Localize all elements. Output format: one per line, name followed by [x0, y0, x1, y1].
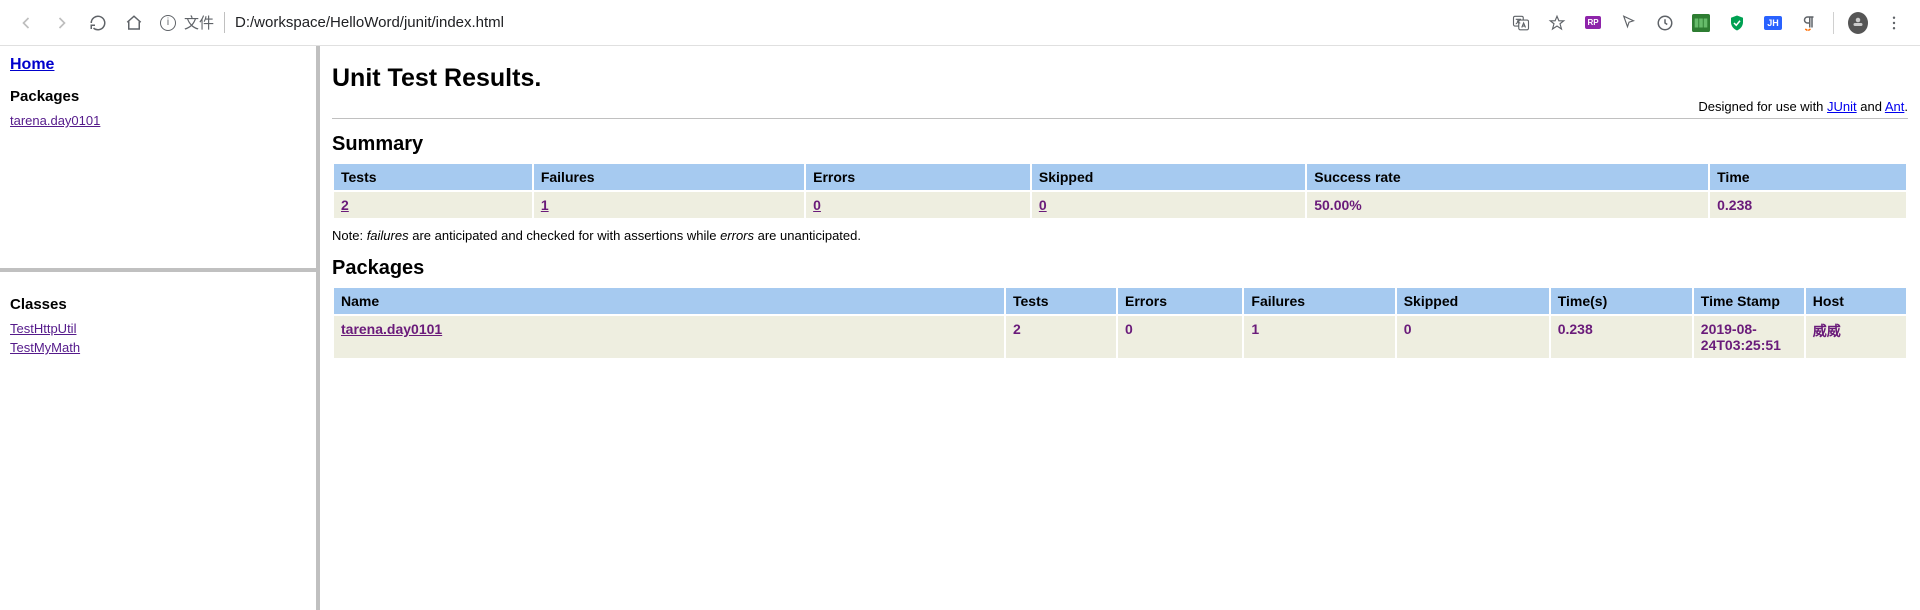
- pilcrow-extension-icon[interactable]: [1799, 13, 1819, 33]
- th-host: Host: [1806, 288, 1906, 314]
- th-failures: Failures: [1244, 288, 1394, 314]
- th-time: Time: [1710, 164, 1906, 190]
- page-title: Unit Test Results.: [332, 64, 1908, 93]
- packages-frame: Home Packages tarena.day0101: [0, 46, 316, 272]
- info-icon: i: [160, 15, 176, 31]
- cursor-extension-icon[interactable]: [1619, 13, 1639, 33]
- th-times: Time(s): [1551, 288, 1692, 314]
- th-success: Success rate: [1307, 164, 1708, 190]
- main-frame: Unit Test Results. Designed for use with…: [320, 46, 1920, 610]
- address-bar[interactable]: i 文件 D:/workspace/HelloWord/junit/index.…: [160, 12, 504, 33]
- pkg-failures: 1: [1244, 316, 1394, 358]
- shield-extension-icon[interactable]: [1727, 13, 1747, 33]
- tests-value[interactable]: 2: [341, 197, 349, 213]
- designed-text: Designed for use with JUnit and Ant.: [332, 99, 1908, 114]
- th-timestamp: Time Stamp: [1694, 288, 1804, 314]
- home-button[interactable]: [120, 9, 148, 37]
- packages-heading: Packages: [10, 88, 306, 105]
- pkg-time: 0.238: [1551, 316, 1692, 358]
- errors-value[interactable]: 0: [813, 197, 821, 213]
- time-value: 0.238: [1710, 192, 1906, 218]
- toolbar-divider: [1833, 12, 1834, 34]
- pkg-tests: 2: [1006, 316, 1116, 358]
- browser-toolbar: i 文件 D:/workspace/HelloWord/junit/index.…: [0, 0, 1920, 46]
- home-link[interactable]: Home: [10, 56, 54, 73]
- summary-table: Tests Failures Errors Skipped Success ra…: [332, 162, 1908, 220]
- pkg-timestamp: 2019-08-24T03:25:51: [1694, 316, 1804, 358]
- th-errors: Errors: [1118, 288, 1242, 314]
- profile-avatar[interactable]: [1848, 13, 1868, 33]
- packages-table: Name Tests Errors Failures Skipped Time(…: [332, 286, 1908, 360]
- pkg-skipped: 0: [1397, 316, 1549, 358]
- rp-extension-icon[interactable]: RP: [1583, 13, 1603, 33]
- forward-button[interactable]: [48, 9, 76, 37]
- file-scheme-label: 文件: [184, 12, 225, 33]
- pkg-errors: 0: [1118, 316, 1242, 358]
- note-text: Note: failures are anticipated and check…: [332, 228, 1908, 243]
- summary-heading: Summary: [332, 133, 1908, 156]
- clock-extension-icon[interactable]: [1655, 13, 1675, 33]
- green-extension-icon[interactable]: [1691, 13, 1711, 33]
- success-value: 50.00%: [1307, 192, 1708, 218]
- classes-frame: Classes TestHttpUtil TestMyMath: [0, 272, 316, 610]
- th-tests: Tests: [334, 164, 532, 190]
- url-text: D:/workspace/HelloWord/junit/index.html: [225, 14, 504, 31]
- package-link[interactable]: tarena.day0101: [10, 113, 306, 128]
- class-link[interactable]: TestMyMath: [10, 340, 306, 355]
- kebab-menu-icon[interactable]: [1880, 9, 1908, 37]
- th-skipped: Skipped: [1032, 164, 1305, 190]
- back-button[interactable]: [12, 9, 40, 37]
- th-failures: Failures: [534, 164, 804, 190]
- translate-icon[interactable]: [1511, 13, 1531, 33]
- th-errors: Errors: [806, 164, 1030, 190]
- star-icon[interactable]: [1547, 13, 1567, 33]
- table-row: tarena.day0101 2 0 1 0 0.238 2019-08-24T…: [334, 316, 1906, 358]
- packages-section-heading: Packages: [332, 257, 1908, 280]
- reload-button[interactable]: [84, 9, 112, 37]
- junit-link[interactable]: JUnit: [1827, 99, 1857, 114]
- failures-value[interactable]: 1: [541, 197, 549, 213]
- pkg-host: 威威: [1806, 316, 1906, 358]
- th-skipped: Skipped: [1397, 288, 1549, 314]
- skipped-value[interactable]: 0: [1039, 197, 1047, 213]
- classes-heading: Classes: [10, 296, 306, 313]
- class-link[interactable]: TestHttpUtil: [10, 321, 306, 336]
- jh-extension-icon[interactable]: JH: [1763, 13, 1783, 33]
- th-name: Name: [334, 288, 1004, 314]
- divider: [332, 118, 1908, 119]
- ant-link[interactable]: Ant: [1885, 99, 1905, 114]
- pkg-name-link[interactable]: tarena.day0101: [341, 321, 442, 337]
- th-tests: Tests: [1006, 288, 1116, 314]
